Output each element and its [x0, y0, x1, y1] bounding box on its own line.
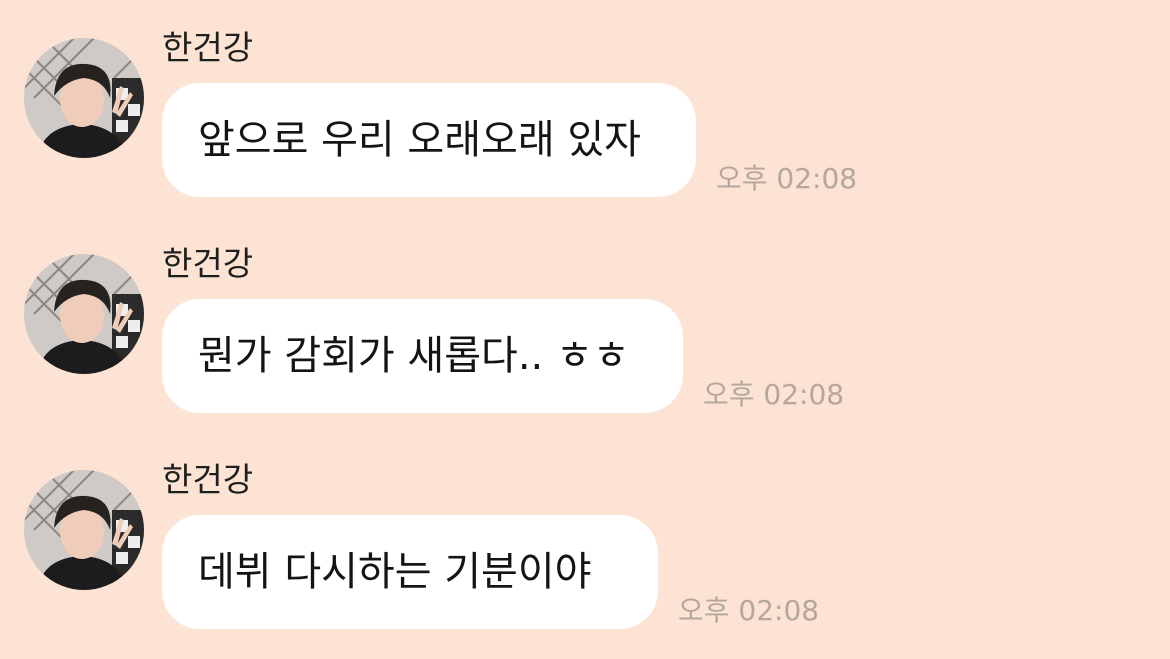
chat-message: 한건강 앞으로 우리 오래오래 있자 오후 02:08: [0, 0, 1170, 200]
message-bubble[interactable]: 앞으로 우리 오래오래 있자: [162, 83, 696, 197]
chat-message: 한건강 데뷔 다시하는 기분이야 오후 02:08: [0, 432, 1170, 632]
avatar[interactable]: [24, 254, 144, 374]
message-bubble[interactable]: 뭔가 감회가 새롭다.. ㅎㅎ: [162, 299, 683, 413]
sender-name: 한건강: [162, 244, 254, 283]
message-timestamp: 오후 02:08: [716, 162, 858, 195]
sender-name: 한건강: [162, 460, 254, 499]
message-timestamp: 오후 02:08: [678, 594, 820, 627]
message-timestamp: 오후 02:08: [703, 378, 845, 411]
chat-message-list[interactable]: 한건강 앞으로 우리 오래오래 있자 오후 02:08 한건강 뭔가 감회가 새…: [0, 0, 1170, 659]
message-bubble[interactable]: 데뷔 다시하는 기분이야: [162, 515, 658, 629]
profile-photo-icon: [24, 470, 144, 590]
profile-photo-icon: [24, 254, 144, 374]
avatar[interactable]: [24, 470, 144, 590]
chat-message: 한건강 뭔가 감회가 새롭다.. ㅎㅎ 오후 02:08: [0, 216, 1170, 416]
profile-photo-icon: [24, 38, 144, 158]
sender-name: 한건강: [162, 28, 254, 67]
avatar[interactable]: [24, 38, 144, 158]
